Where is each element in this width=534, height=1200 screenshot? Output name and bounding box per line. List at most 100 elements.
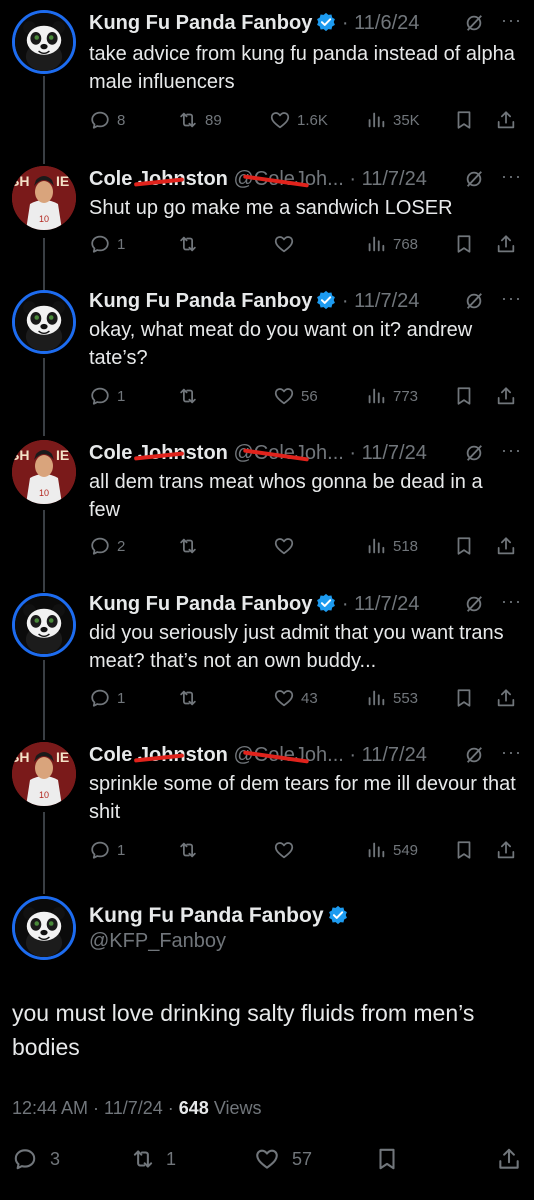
tweet-date[interactable]: · 11/6/24 <box>342 12 419 34</box>
heart-icon <box>269 109 291 131</box>
views-label: Views <box>208 1098 262 1118</box>
reply-button[interactable]: 1 <box>89 838 125 862</box>
repost-button[interactable]: 89 <box>177 108 222 132</box>
views-button[interactable]: 768 <box>365 232 418 256</box>
like-button[interactable] <box>273 838 295 862</box>
heart-icon <box>273 687 295 709</box>
bookmark-button[interactable] <box>374 1144 400 1174</box>
repost-button[interactable] <box>177 534 199 558</box>
like-button[interactable]: 56 <box>273 384 318 408</box>
avatar[interactable] <box>12 10 76 74</box>
grok-icon[interactable] <box>464 443 484 463</box>
reply-button[interactable]: 1 <box>89 686 125 710</box>
reply-button[interactable]: 1 <box>89 384 125 408</box>
author-name[interactable]: Kung Fu Panda Fanboy <box>89 290 312 312</box>
reply-icon <box>89 233 111 255</box>
share-button[interactable] <box>495 838 517 862</box>
avatar[interactable] <box>12 440 76 504</box>
author-name[interactable]: Kung Fu Panda Fanboy <box>89 12 312 34</box>
like-button[interactable] <box>273 534 295 558</box>
tweet-date[interactable]: · 11/7/24 <box>349 744 426 766</box>
views-icon <box>365 109 387 131</box>
share-button[interactable] <box>495 108 517 132</box>
more-icon[interactable]: ··· <box>501 591 522 612</box>
reply-icon <box>89 109 111 131</box>
share-button[interactable] <box>496 1144 522 1174</box>
bookmark-icon <box>453 839 475 861</box>
share-button[interactable] <box>495 686 517 710</box>
author-handle[interactable]: @ColeJoh... <box>233 168 343 190</box>
avatar[interactable] <box>12 896 76 960</box>
avatar[interactable] <box>12 593 76 657</box>
reply-icon <box>12 1146 38 1172</box>
like-button[interactable]: 1.6K <box>269 108 328 132</box>
more-icon[interactable]: ··· <box>501 742 522 763</box>
author-name-block[interactable]: Kung Fu Panda Fanboy <box>89 904 348 928</box>
verified-badge-icon <box>316 290 336 310</box>
reply-button[interactable]: 1 <box>89 232 125 256</box>
repost-button[interactable] <box>177 686 199 710</box>
repost-button[interactable]: 1 <box>130 1144 176 1174</box>
share-button[interactable] <box>495 232 517 256</box>
share-icon <box>496 1146 522 1172</box>
bookmark-button[interactable] <box>453 838 475 862</box>
share-button[interactable] <box>495 534 517 558</box>
author-name[interactable]: Kung Fu Panda Fanboy <box>89 904 324 927</box>
grok-icon[interactable] <box>464 13 484 33</box>
repost-button[interactable] <box>177 838 199 862</box>
author-handle[interactable]: @KFP_Fanboy <box>89 930 226 953</box>
reply-button[interactable]: 3 <box>12 1144 60 1174</box>
author-handle[interactable]: @ColeJoh... <box>233 442 343 464</box>
more-icon[interactable]: ··· <box>501 10 522 31</box>
bookmark-button[interactable] <box>453 686 475 710</box>
share-icon <box>495 385 517 407</box>
repost-icon <box>177 535 199 557</box>
bookmark-button[interactable] <box>453 534 475 558</box>
avatar[interactable] <box>12 290 76 354</box>
like-button[interactable]: 43 <box>273 686 318 710</box>
share-icon <box>495 839 517 861</box>
tweet-meta: 12:44 AM · 11/7/24 · 648 Views <box>12 1098 262 1119</box>
repost-button[interactable] <box>177 232 199 256</box>
bookmark-button[interactable] <box>453 384 475 408</box>
repost-icon <box>177 687 199 709</box>
views-icon <box>365 385 387 407</box>
bookmark-button[interactable] <box>453 108 475 132</box>
thread-line <box>43 238 45 290</box>
repost-button[interactable] <box>177 384 199 408</box>
views-button[interactable]: 553 <box>365 686 418 710</box>
views-button[interactable]: 518 <box>365 534 418 558</box>
bookmark-button[interactable] <box>453 232 475 256</box>
reply-button[interactable]: 2 <box>89 534 125 558</box>
views-button[interactable]: 35K <box>365 108 420 132</box>
author-handle[interactable]: @ColeJoh... <box>233 744 343 766</box>
views-button[interactable]: 549 <box>365 838 418 862</box>
tweet-actions: 1 56 773 <box>89 384 529 408</box>
avatar[interactable] <box>12 166 76 230</box>
share-icon <box>495 109 517 131</box>
tweet-date[interactable]: · 11/7/24 <box>349 442 426 464</box>
tweet-actions: 2 518 <box>89 534 529 558</box>
thread-line <box>43 510 45 592</box>
like-button[interactable]: 57 <box>254 1144 312 1174</box>
tweet-header: Kung Fu Panda Fanboy · 11/7/24 <box>89 288 529 314</box>
tweet-date[interactable]: · 11/7/24 <box>342 593 419 615</box>
views-button[interactable]: 773 <box>365 384 418 408</box>
tweet-date[interactable]: · 11/7/24 <box>349 168 426 190</box>
grok-icon[interactable] <box>464 594 484 614</box>
more-icon[interactable]: ··· <box>501 288 522 309</box>
share-button[interactable] <box>495 384 517 408</box>
grok-icon[interactable] <box>464 745 484 765</box>
author-name[interactable]: Kung Fu Panda Fanboy <box>89 593 312 615</box>
tweet-date[interactable]: · 11/7/24 <box>342 290 419 312</box>
reply-button[interactable]: 8 <box>89 108 125 132</box>
grok-icon[interactable] <box>464 169 484 189</box>
avatar[interactable] <box>12 742 76 806</box>
more-icon[interactable]: ··· <box>501 440 522 461</box>
tweet-timestamp[interactable]: 12:44 AM · 11/7/24 · <box>12 1098 179 1118</box>
repost-icon <box>177 233 199 255</box>
like-button[interactable] <box>273 232 295 256</box>
more-icon[interactable]: ··· <box>501 166 522 187</box>
verified-badge-icon <box>328 905 348 925</box>
grok-icon[interactable] <box>464 291 484 311</box>
